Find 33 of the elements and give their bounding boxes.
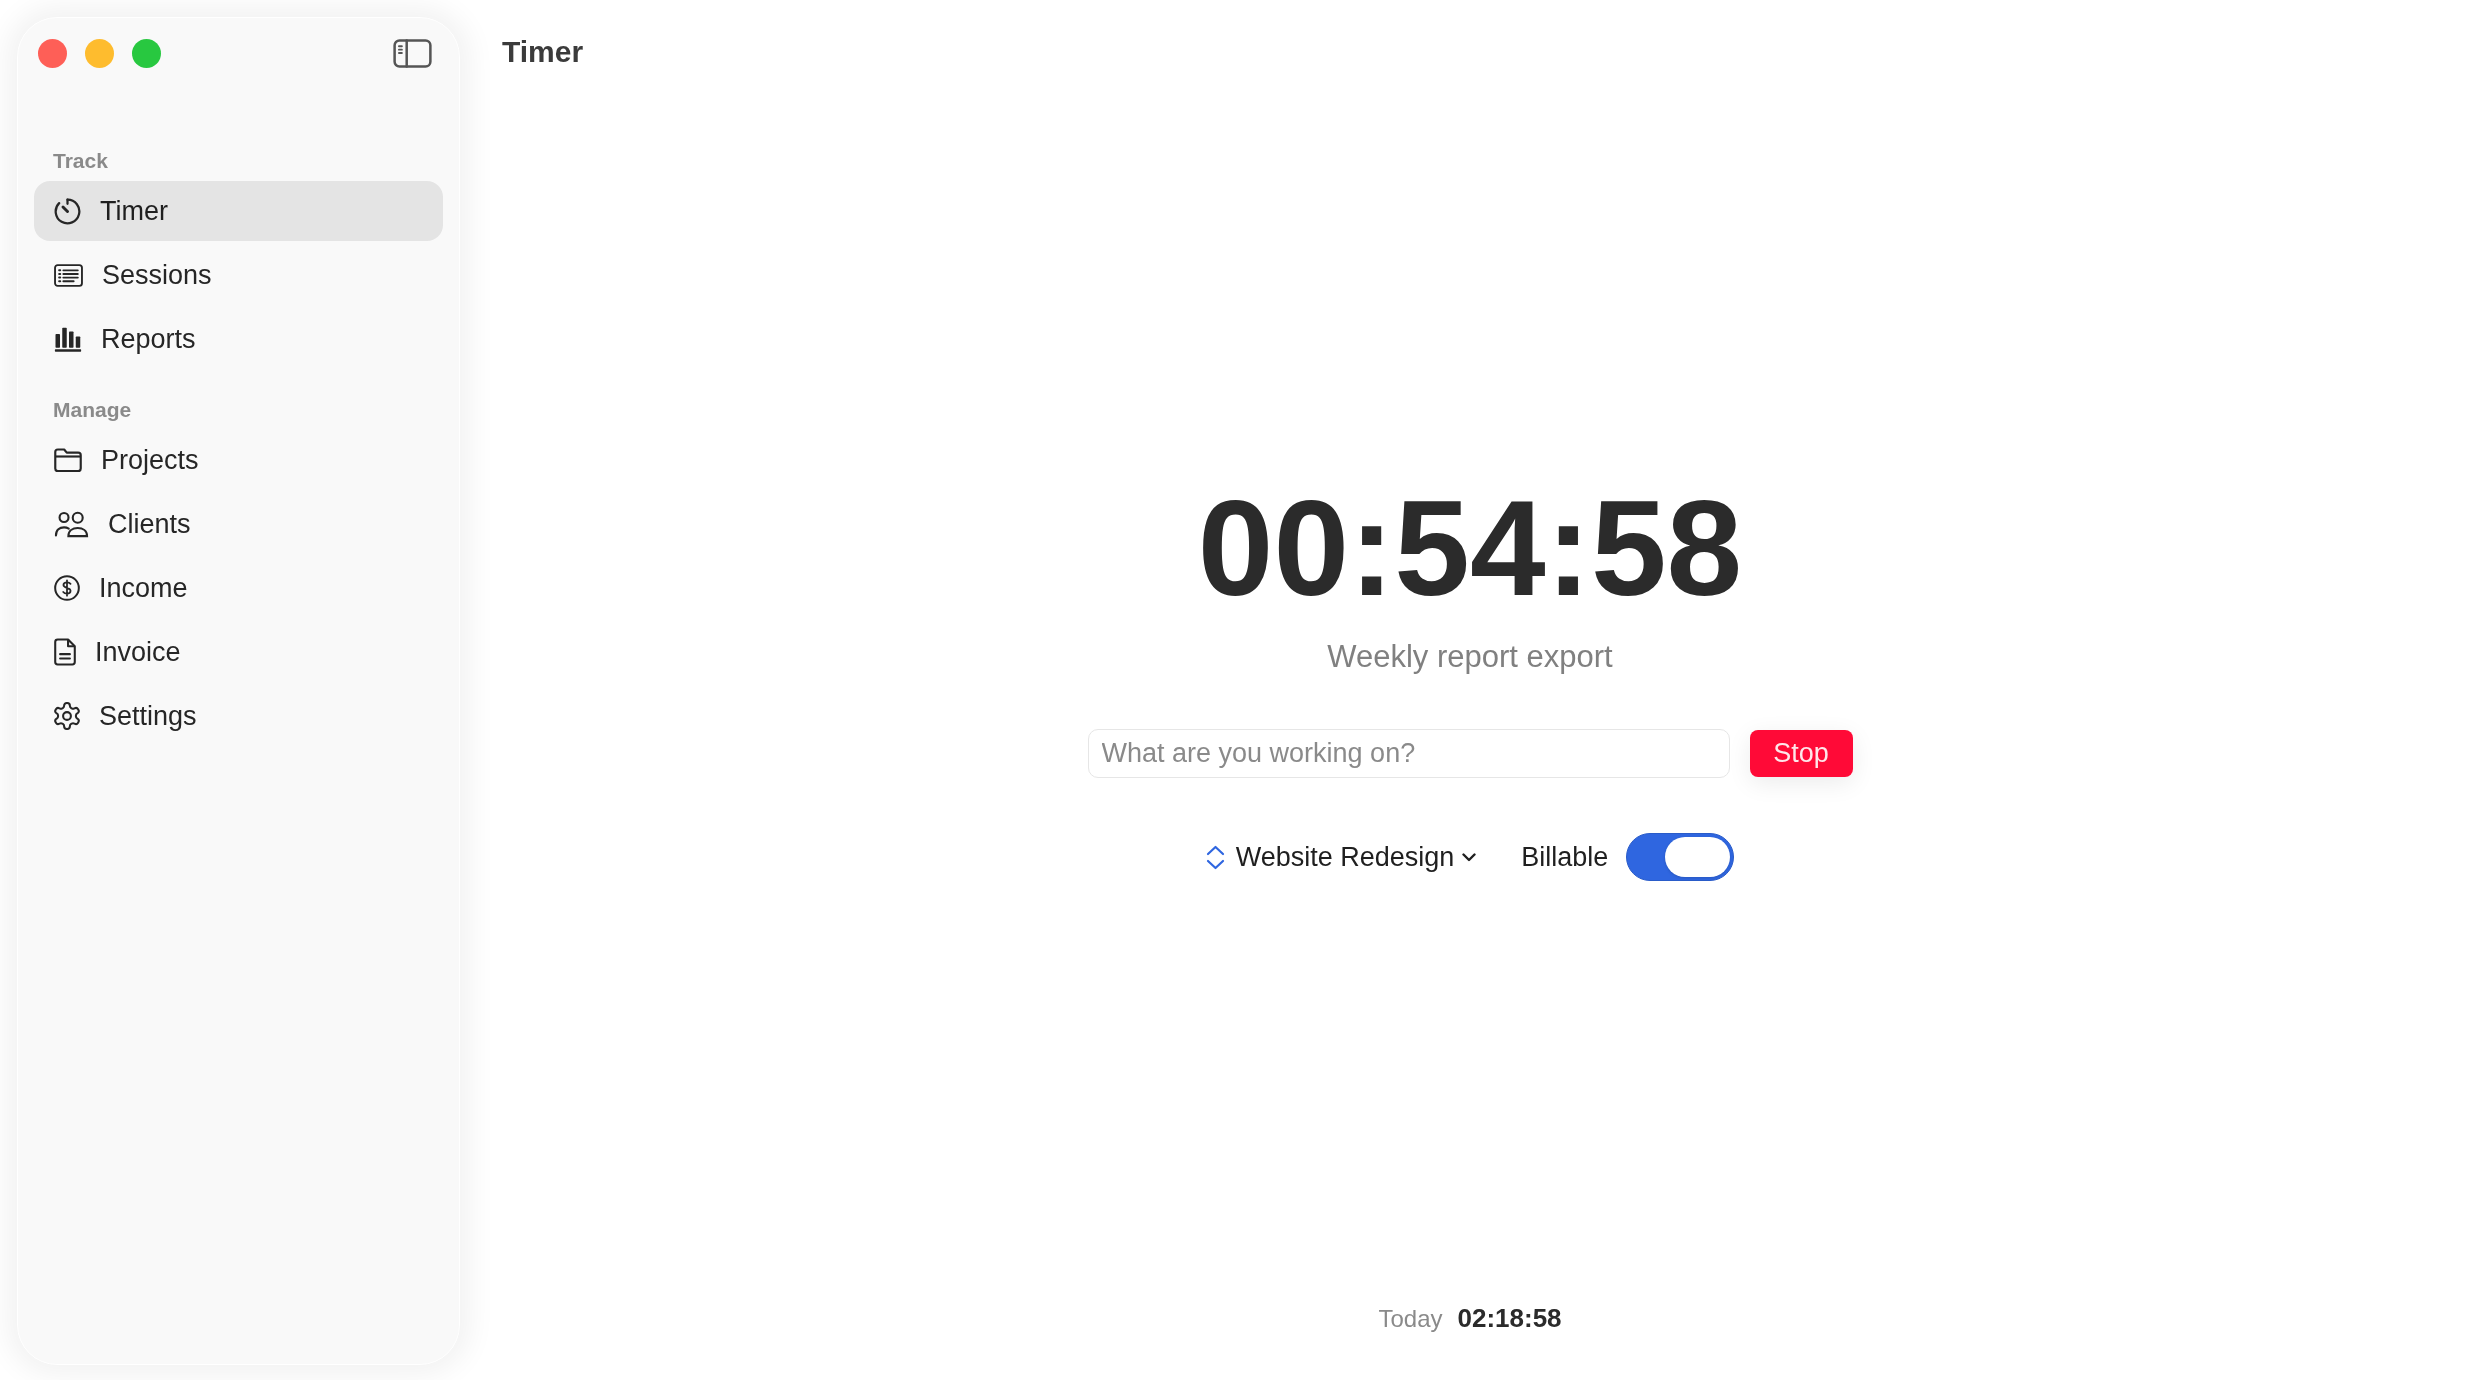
list-icon xyxy=(54,263,83,287)
zoom-window-button[interactable] xyxy=(132,38,161,68)
billable-label: Billable xyxy=(1521,840,1609,874)
sidebar-item[interactable]: Sessions xyxy=(34,245,443,305)
people-icon xyxy=(54,510,89,538)
folder-icon xyxy=(54,448,82,472)
minimize-window-button[interactable] xyxy=(85,38,114,68)
document-icon xyxy=(54,638,76,666)
up-down-chevron-icon xyxy=(1205,844,1225,870)
chevron-down-icon xyxy=(1462,852,1477,862)
sidebar-item[interactable]: Reports xyxy=(34,309,443,369)
settings-icon xyxy=(54,702,80,730)
section-heading: Manage xyxy=(52,398,133,422)
sidebar-item[interactable]: Clients xyxy=(34,494,443,554)
close-window-button[interactable] xyxy=(38,38,67,68)
sidebar-item[interactable]: Income xyxy=(34,558,443,618)
sidebar-item[interactable]: Projects xyxy=(34,430,443,490)
elapsed-time: 00:54:58 xyxy=(1197,480,1743,616)
today-label: Today xyxy=(1378,1305,1443,1333)
project-dropdown[interactable]: Website Redesign xyxy=(1205,836,1477,878)
timer-icon xyxy=(54,197,81,225)
dollar-icon xyxy=(54,575,80,601)
task-name: Weekly report export xyxy=(1327,639,1613,675)
sidebar-item[interactable]: Invoice xyxy=(34,622,443,682)
today-total: 02:18:58 xyxy=(1457,1304,1562,1332)
bar-chart-icon xyxy=(54,326,82,352)
sidebar-toggle-icon[interactable] xyxy=(393,38,432,68)
section-heading: Track xyxy=(52,149,109,173)
billable-toggle[interactable] xyxy=(1626,833,1735,881)
page-title: Timer xyxy=(502,34,584,70)
task-input[interactable]: What are you working on? xyxy=(1087,729,1730,778)
sidebar-item[interactable]: Settings xyxy=(34,686,443,746)
sidebar-item[interactable]: Timer xyxy=(34,181,443,241)
